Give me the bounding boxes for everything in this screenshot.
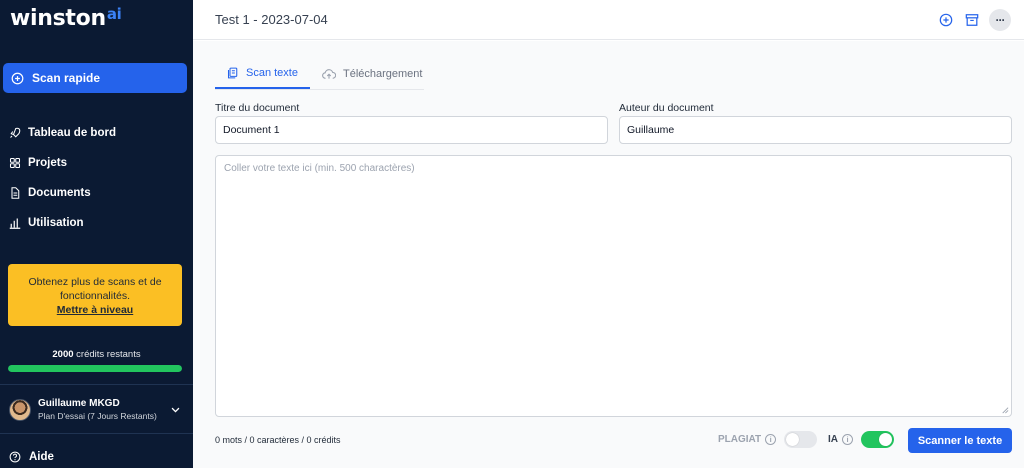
chevron-down-icon[interactable] [170,404,181,415]
tab-scan-text[interactable]: Scan texte [215,58,310,89]
document-icon [11,187,20,199]
sidebar-divider [0,433,193,434]
plagiarism-toggle[interactable] [784,431,818,448]
upgrade-link[interactable]: Mettre à niveau [57,303,133,317]
logo-text: winston [10,6,106,31]
page-title: Test 1 - 2023-07-04 [215,12,328,27]
credits-amount: 2000 [52,349,74,360]
top-header: Test 1 - 2023-07-04 ··· [193,0,1024,40]
sidebar-item-projects[interactable]: Projets [0,148,193,178]
scan-text-button[interactable]: Scanner le texte [908,428,1012,453]
credits-suffix: crédits restants [73,349,141,360]
more-icon: ··· [995,13,1006,27]
help-link[interactable]: Aide [9,451,54,463]
more-options-button[interactable]: ··· [989,9,1011,31]
help-label: Aide [29,451,54,463]
document-author-label: Auteur du document [619,102,714,114]
logo-suffix: ai [106,5,122,23]
info-icon[interactable]: i [842,434,853,445]
cloud-upload-icon [322,68,336,79]
toggle-knob [879,433,892,446]
document-author-value: Guillaume [627,124,675,136]
document-title-value: Document 1 [223,124,280,136]
sidebar-divider [0,384,193,385]
word-count: 0 mots / 0 caractères / 0 crédits [215,435,341,445]
archive-icon [965,14,979,26]
tab-bar: Scan texte Téléchargement [215,58,434,89]
ai-toggle[interactable] [861,431,894,448]
credits-progress-bar [8,365,182,372]
avatar [9,399,31,421]
credits-remaining: 2000 crédits restants [0,349,193,360]
plagiarism-label: PLAGIAT [718,434,762,445]
copy-icon [227,67,238,78]
tab-label: Scan texte [246,66,298,79]
ai-toggle-group: IA i [828,431,894,448]
tab-divider [215,89,424,90]
plagiarism-toggle-group: PLAGIAT i [718,431,818,448]
plus-circle-icon [939,13,953,27]
tab-label: Téléchargement [342,67,423,80]
document-title-input[interactable]: Document 1 [215,116,608,144]
upgrade-text: Obtenez plus de scans et de fonctionnali… [28,276,162,302]
rocket-icon [10,127,21,138]
user-menu[interactable]: Guillaume MKGD Plan D'essai (7 Jours Res… [0,395,193,425]
tab-upload[interactable]: Téléchargement [310,58,435,89]
document-author-input[interactable]: Guillaume [619,116,1012,144]
quick-scan-label: Scan rapide [32,71,101,85]
sidebar-item-documents[interactable]: Documents [0,178,193,208]
archive-button[interactable] [962,10,982,30]
winston-logo[interactable]: winstonai [10,5,122,31]
help-circle-icon [9,451,21,463]
text-placeholder: Coller votre texte ici (min. 500 charact… [224,163,415,174]
quick-scan-button[interactable]: Scan rapide [3,63,187,93]
sidebar-item-label: Projets [28,157,67,169]
add-button[interactable] [936,10,956,30]
resize-handle-icon[interactable] [1000,405,1009,414]
user-name: Guillaume MKGD [38,398,120,409]
user-plan: Plan D'essai (7 Jours Restants) [38,411,157,421]
upgrade-banner: Obtenez plus de scans et de fonctionnali… [8,264,182,326]
bar-chart-icon [9,218,21,229]
sidebar-nav: Tableau de bord Projets Documents Utilis… [0,118,193,238]
credits-progress-fill [8,365,182,372]
main-content: Scan texte Téléchargement Titre du docum… [193,41,1024,468]
document-title-label: Titre du document [215,102,300,114]
text-input-area[interactable]: Coller votre texte ici (min. 500 charact… [215,155,1012,417]
info-icon[interactable]: i [765,434,777,445]
toggle-knob [786,433,800,446]
plus-circle-icon [11,72,24,84]
sidebar-item-label: Documents [28,187,91,199]
sidebar: winstonai Scan rapide Tableau de bord Pr… [0,0,193,468]
sidebar-item-label: Tableau de bord [28,127,116,139]
sidebar-item-usage[interactable]: Utilisation [0,208,193,238]
ai-label: IA [828,434,838,445]
sidebar-item-label: Utilisation [28,217,84,229]
sidebar-item-dashboard[interactable]: Tableau de bord [0,118,193,148]
grid-icon [9,157,21,169]
